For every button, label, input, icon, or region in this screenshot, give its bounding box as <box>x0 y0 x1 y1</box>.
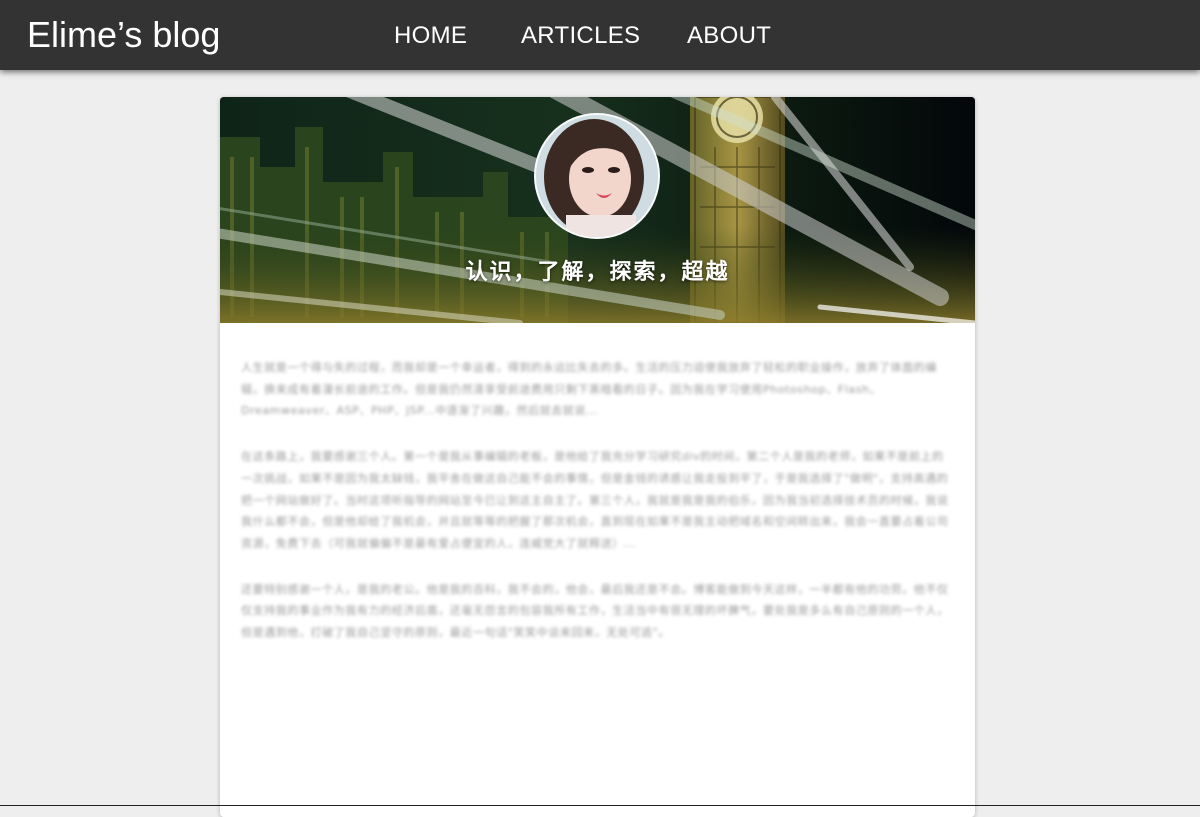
article-paragraph: 在这条路上，我要感谢三个人。第一个是我从事编辑的老板，是他给了我充分学习研究di… <box>241 450 949 550</box>
site-brand-link[interactable]: Elime’s blog <box>27 14 220 56</box>
profile-card: 认识，了解，探索，超越 人生就是一个得与失的过程，而我却是一个幸运者，得到的永远… <box>220 97 975 817</box>
profile-avatar <box>534 113 660 239</box>
article-body: 人生就是一个得与失的过程，而我却是一个幸运者，得到的永远比失去的多。生活的压力迫… <box>220 323 975 644</box>
nav-item-home[interactable]: HOME <box>394 22 467 50</box>
nav-item-articles[interactable]: ARTICLES <box>521 22 640 50</box>
profile-header-banner: 认识，了解，探索，超越 <box>220 97 975 323</box>
nav-item-about[interactable]: ABOUT <box>687 22 771 50</box>
profile-tagline: 认识，了解，探索，超越 <box>465 260 730 285</box>
top-navigation-bar: Elime’s blog HOME ARTICLES ABOUT <box>0 0 1200 70</box>
avatar-photo <box>536 115 658 237</box>
article-paragraph: 人生就是一个得与失的过程，而我却是一个幸运者，得到的永远比失去的多。生活的压力迫… <box>241 361 937 418</box>
article-paragraph: 还要特别感谢一个人，是我的老公。他是我的百科，我不会的，他会，最后我还是不会。博… <box>241 582 949 640</box>
